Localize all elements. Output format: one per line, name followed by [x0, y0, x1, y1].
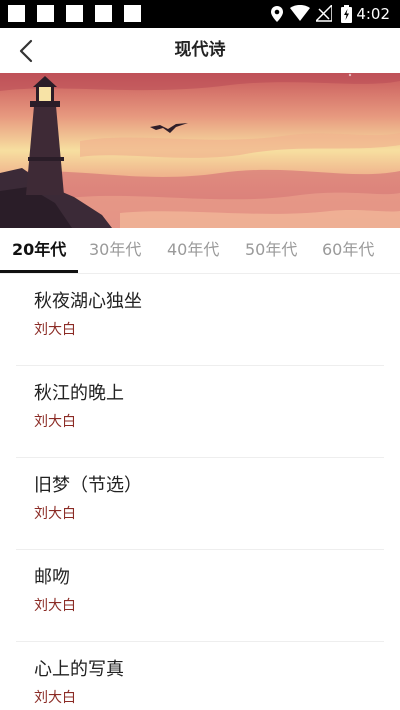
active-tab-indicator	[0, 270, 78, 273]
poem-author: 刘大白	[34, 690, 76, 706]
poem-list-item[interactable]: 旧梦（节选） 刘大白	[16, 458, 384, 550]
tab-30s[interactable]: 30年代	[89, 238, 141, 262]
tab-60s[interactable]: 60年代	[322, 238, 374, 262]
tab-20s[interactable]: 20年代	[12, 238, 66, 262]
poem-title: 秋江的晚上	[34, 383, 124, 404]
status-bar: 4:02	[0, 0, 400, 28]
notification-icon	[8, 5, 25, 22]
notification-icon	[95, 5, 112, 22]
tab-50s[interactable]: 50年代	[245, 238, 297, 262]
poem-title: 心上的写真	[34, 659, 124, 680]
decade-tabs: 20年代 30年代 40年代 50年代 60年代	[0, 228, 400, 274]
poem-list-item[interactable]: 心上的写真 刘大白	[16, 642, 384, 710]
signal-icon	[316, 5, 332, 22]
notification-icon	[37, 5, 54, 22]
poem-list-item[interactable]: 邮吻 刘大白	[16, 550, 384, 642]
page-title: 现代诗	[174, 40, 226, 60]
status-time: 4:02	[356, 5, 390, 23]
notification-icon	[66, 5, 83, 22]
poem-title: 旧梦（节选）	[34, 475, 142, 496]
banner-image	[0, 73, 400, 228]
poem-title: 邮吻	[34, 567, 70, 588]
notification-icon	[124, 5, 141, 22]
tab-40s[interactable]: 40年代	[167, 238, 219, 262]
app-header: 现代诗	[0, 28, 400, 73]
wifi-icon	[290, 5, 310, 21]
poem-author: 刘大白	[34, 322, 76, 338]
poem-author: 刘大白	[34, 414, 76, 430]
poem-list-item[interactable]: 秋江的晚上 刘大白	[16, 366, 384, 458]
poem-title: 秋夜湖心独坐	[34, 291, 142, 312]
battery-icon	[341, 5, 352, 23]
poem-list-item[interactable]: 秋夜湖心独坐 刘大白	[16, 274, 384, 366]
poem-author: 刘大白	[34, 506, 76, 522]
lighthouse-illustration	[0, 73, 400, 228]
poem-author: 刘大白	[34, 598, 76, 614]
location-icon	[271, 6, 283, 22]
